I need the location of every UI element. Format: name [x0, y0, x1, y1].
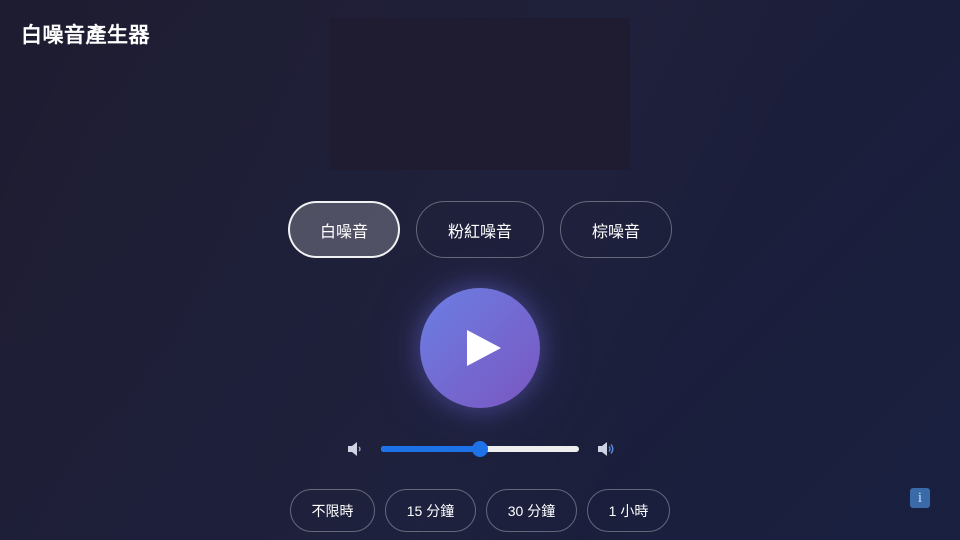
- info-icon[interactable]: i: [910, 488, 930, 508]
- play-button[interactable]: [420, 288, 540, 408]
- timer-1hour-button[interactable]: 1 小時: [587, 489, 670, 532]
- noise-type-selector: 白噪音 粉紅噪音 棕噪音: [0, 201, 960, 258]
- noise-brown-button[interactable]: 棕噪音: [560, 201, 672, 258]
- noise-pink-button[interactable]: 粉紅噪音: [416, 201, 544, 258]
- speaker-low-icon: [348, 442, 361, 456]
- visualizer-canvas: [330, 18, 630, 170]
- speaker-high-icon: [598, 442, 614, 456]
- volume-slider[interactable]: [381, 441, 579, 457]
- timer-30min-button[interactable]: 30 分鐘: [486, 489, 577, 532]
- timer-unlimited-button[interactable]: 不限時: [290, 489, 375, 532]
- play-icon: [467, 330, 501, 366]
- volume-control: [0, 440, 960, 458]
- volume-slider-fill: [381, 446, 480, 452]
- volume-slider-thumb[interactable]: [472, 441, 488, 457]
- page-title: 白噪音產生器: [21, 24, 150, 47]
- noise-white-button[interactable]: 白噪音: [288, 201, 400, 258]
- timer-15min-button[interactable]: 15 分鐘: [385, 489, 476, 532]
- timer-selector: 不限時 15 分鐘 30 分鐘 1 小時: [0, 489, 960, 532]
